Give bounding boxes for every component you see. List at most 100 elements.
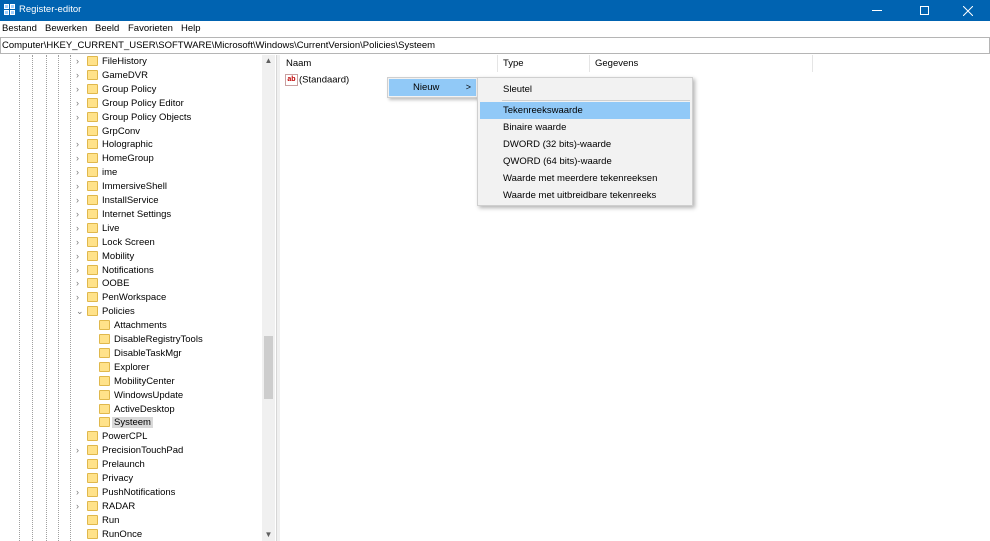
tree-item[interactable]: › ImmersiveShell bbox=[0, 180, 262, 194]
column-header-type[interactable]: Type bbox=[498, 55, 590, 72]
menu-item-label: Nieuw bbox=[413, 82, 440, 93]
chevron-right-icon[interactable]: › bbox=[76, 446, 84, 455]
tree-item[interactable]: WindowsUpdate bbox=[0, 389, 262, 403]
chevron-down-icon[interactable]: ⌄ bbox=[76, 307, 84, 316]
chevron-right-icon[interactable]: › bbox=[76, 223, 84, 233]
tree-item[interactable]: › Lock Screen bbox=[0, 236, 262, 250]
chevron-right-icon[interactable]: › bbox=[76, 196, 84, 205]
chevron-right-icon[interactable]: › bbox=[76, 501, 84, 511]
folder-icon bbox=[99, 347, 110, 358]
submenu-item-dword[interactable]: DWORD (32 bits)-waarde bbox=[480, 136, 690, 153]
tree-scrollbar[interactable]: ▲ ▼ bbox=[262, 55, 275, 541]
submenu-item-expandable-string[interactable]: Waarde met uitbreidbare tekenreeks bbox=[480, 187, 690, 204]
folder-icon bbox=[87, 459, 98, 470]
tree-item[interactable]: › PushNotifications bbox=[0, 486, 262, 500]
tree-item[interactable]: › PrecisionTouchPad bbox=[0, 444, 262, 458]
chevron-right-icon[interactable]: › bbox=[76, 70, 84, 80]
tree-item[interactable]: GrpConv bbox=[0, 125, 262, 139]
tree-item[interactable]: DisableRegistryTools bbox=[0, 333, 262, 347]
folder-icon bbox=[99, 403, 110, 414]
tree-item[interactable]: › InstallService bbox=[0, 194, 262, 208]
tree-item[interactable]: › Notifications bbox=[0, 264, 262, 278]
list-item[interactable]: ab (Standaard) bbox=[285, 74, 349, 88]
tree-item[interactable]: Explorer bbox=[0, 361, 262, 375]
chevron-right-icon[interactable]: › bbox=[76, 84, 84, 94]
tree-item[interactable]: › Holographic bbox=[0, 138, 262, 152]
tree-item-label: Attachments bbox=[114, 320, 167, 332]
folder-icon bbox=[87, 111, 98, 122]
column-header-naam[interactable]: Naam bbox=[281, 55, 498, 72]
chevron-right-icon[interactable]: › bbox=[76, 168, 84, 177]
submenu-item-tekenreekswaarde[interactable]: Tekenreekswaarde bbox=[480, 102, 690, 119]
folder-icon bbox=[99, 375, 110, 386]
chevron-right-icon[interactable]: › bbox=[76, 140, 84, 149]
tree-item[interactable]: ActiveDesktop bbox=[0, 403, 262, 417]
scroll-up-icon[interactable]: ▲ bbox=[262, 55, 275, 67]
chevron-right-icon[interactable]: › bbox=[76, 98, 84, 108]
tree-item[interactable]: MobilityCenter bbox=[0, 375, 262, 389]
chevron-right-icon[interactable]: › bbox=[76, 251, 84, 261]
submenu-item-multi-string[interactable]: Waarde met meerdere tekenreeksen bbox=[480, 170, 690, 187]
tree-item[interactable]: RunOnce bbox=[0, 528, 262, 541]
tree-item[interactable]: › RADAR bbox=[0, 500, 262, 514]
menu-item-nieuw[interactable]: Nieuw > bbox=[389, 79, 476, 96]
chevron-right-icon[interactable]: › bbox=[76, 237, 84, 247]
tree-item[interactable]: › Group Policy bbox=[0, 83, 262, 97]
tree-item[interactable]: › Internet Settings bbox=[0, 208, 262, 222]
submenu-item-sleutel[interactable]: Sleutel bbox=[480, 81, 690, 98]
tree-item[interactable]: Privacy bbox=[0, 472, 262, 486]
maximize-icon bbox=[919, 6, 929, 15]
column-header-gegevens[interactable]: Gegevens bbox=[590, 55, 813, 72]
folder-icon bbox=[87, 528, 98, 539]
folder-icon bbox=[87, 208, 98, 219]
tree-item[interactable]: › Group Policy Objects bbox=[0, 111, 262, 125]
tree-item[interactable]: Systeem bbox=[0, 416, 262, 430]
pane-splitter[interactable] bbox=[276, 55, 280, 541]
tree-item[interactable]: Run bbox=[0, 514, 262, 528]
menu-bewerken[interactable]: Bewerken bbox=[45, 23, 87, 34]
tree-item[interactable]: Attachments bbox=[0, 319, 262, 333]
menu-bestand[interactable]: Bestand bbox=[2, 23, 37, 34]
tree-item[interactable]: ⌄ Policies bbox=[0, 305, 262, 319]
tree-item[interactable]: › FileHistory bbox=[0, 55, 262, 69]
chevron-right-icon[interactable]: › bbox=[76, 487, 84, 497]
submenu-item-qword[interactable]: QWORD (64 bits)-waarde bbox=[480, 153, 690, 170]
tree-item[interactable]: › GameDVR bbox=[0, 69, 262, 83]
tree-item[interactable]: › Live bbox=[0, 222, 262, 236]
tree-item[interactable]: › HomeGroup bbox=[0, 152, 262, 166]
new-submenu: Sleutel Tekenreekswaarde Binaire waarde … bbox=[477, 77, 693, 206]
tree-item-label: DisableRegistryTools bbox=[114, 334, 203, 345]
folder-icon bbox=[99, 320, 110, 331]
tree-item-label: Holographic bbox=[102, 139, 153, 151]
tree-item[interactable]: Prelaunch bbox=[0, 458, 262, 472]
tree-item[interactable]: › Mobility bbox=[0, 250, 262, 264]
chevron-right-icon[interactable]: › bbox=[76, 57, 84, 66]
chevron-right-icon[interactable]: › bbox=[76, 154, 84, 163]
scroll-down-icon[interactable]: ▼ bbox=[262, 529, 275, 541]
menu-beeld[interactable]: Beeld bbox=[95, 23, 119, 34]
tree-item[interactable]: › OOBE bbox=[0, 277, 262, 291]
chevron-right-icon[interactable]: › bbox=[76, 182, 84, 191]
tree-item[interactable]: › Group Policy Editor bbox=[0, 97, 262, 111]
chevron-right-icon[interactable]: › bbox=[76, 293, 84, 302]
tree-item[interactable]: DisableTaskMgr bbox=[0, 347, 262, 361]
menu-favorieten[interactable]: Favorieten bbox=[128, 23, 173, 34]
maximize-button[interactable] bbox=[901, 0, 947, 21]
minimize-button[interactable] bbox=[854, 0, 900, 21]
tree-item[interactable]: › PenWorkspace bbox=[0, 291, 262, 305]
address-bar[interactable]: Computer\HKEY_CURRENT_USER\SOFTWARE\Micr… bbox=[0, 37, 990, 54]
chevron-right-icon[interactable]: › bbox=[76, 209, 84, 219]
chevron-right-icon[interactable]: › bbox=[76, 265, 84, 275]
tree-item[interactable]: PowerCPL bbox=[0, 430, 262, 444]
folder-icon bbox=[87, 153, 98, 164]
submenu-item-binaire-waarde[interactable]: Binaire waarde bbox=[480, 119, 690, 136]
tree-item-label: Explorer bbox=[114, 361, 150, 373]
menu-help[interactable]: Help bbox=[181, 23, 201, 34]
chevron-right-icon[interactable]: › bbox=[76, 279, 84, 288]
scroll-thumb[interactable] bbox=[264, 336, 273, 399]
close-button[interactable] bbox=[945, 0, 990, 21]
chevron-right-icon[interactable]: › bbox=[76, 112, 84, 122]
tree-item-label: Group Policy bbox=[102, 83, 157, 95]
key-tree[interactable]: › FileHistory › GameDVR › Group Policy › Group … bbox=[0, 55, 262, 541]
tree-item[interactable]: › ime bbox=[0, 166, 262, 180]
